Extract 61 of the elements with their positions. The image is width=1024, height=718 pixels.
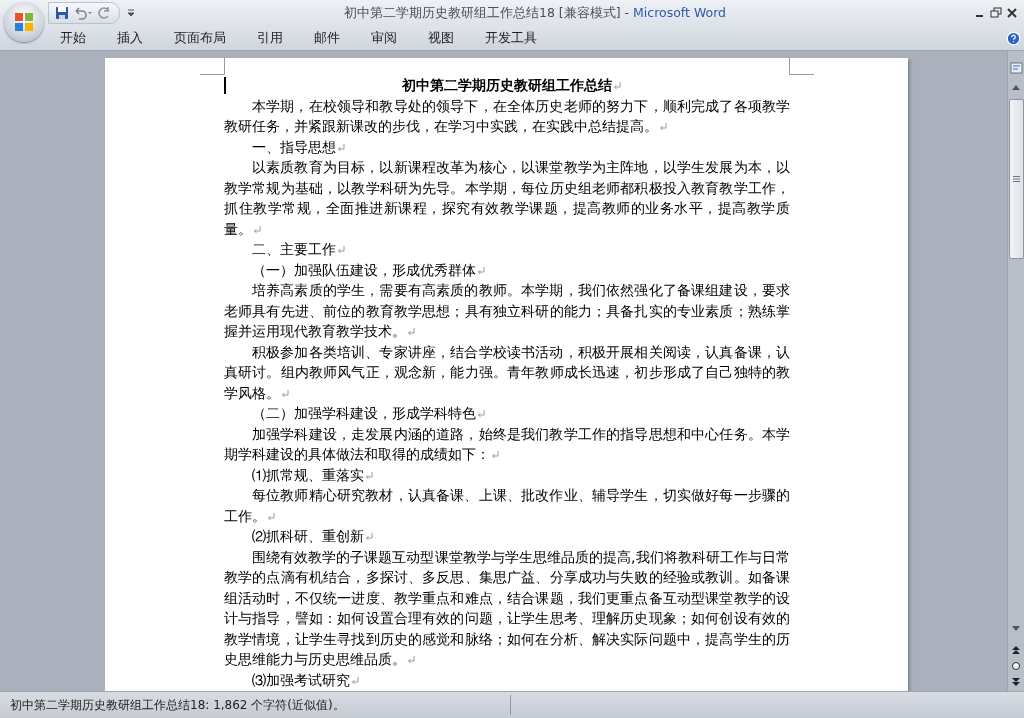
previous-page-icon[interactable] (1011, 645, 1021, 655)
paragraph-mark-icon (253, 225, 261, 234)
paragraph: 本学期，在校领导和教导处的领导下，在全体历史老师的努力下，顺利完成了各项教学教研任务，并紧跟新课改的步伐，在学习中实践，在实践中总结提高。 (224, 96, 790, 136)
help-icon[interactable] (1006, 30, 1021, 46)
vertical-scrollbar[interactable] (1007, 51, 1024, 691)
paragraph: ⑴抓常规、重落实 (224, 464, 790, 485)
office-button[interactable] (4, 2, 44, 42)
paragraph-mark-icon (365, 471, 373, 480)
paragraph: 积极参加各类培训、专家讲座，结合学校读书活动，积极开展相关阅读，认真备课，认真研讨。组内教师风气正，观念新，能力强。青年教师成长迅速，初步形成了自己独特的教学风格。 (224, 342, 790, 403)
paragraph: ⑶加强考试研究 (224, 669, 790, 690)
ribbon-tab[interactable]: 邮件 (302, 27, 352, 49)
save-icon[interactable] (55, 6, 69, 20)
paragraph-mark-icon (613, 82, 621, 90)
redo-icon[interactable] (97, 6, 111, 20)
ribbon-tab[interactable]: 审阅 (359, 27, 409, 49)
paragraph: 围绕有效教学的子课题互动型课堂教学与学生思维品质的提高,我们将教科研工作与日常教学的点滴有机结合，多探讨、多反思、集思广益、分享成功与失败的经验或教训。如备课组活动时，不仅统一进度、教学重点和难点，结合课题，我们更重点备互动型课堂教学的设计与指导，譬如：如何设置合理有效的问题，让学生思考、理解历史现象；如何创设有效的教学情境，让学生寻找到历史的感觉和脉络；如何在分析、解决实际问题中，提高学生的历史思维能力与历史思维品质。 (224, 547, 790, 669)
paragraph: 每位教师精心研究教材，认真备课、上课、批改作业、辅导学生，切实做好每一步骤的工作。 (224, 486, 790, 526)
window-title: 初中第二学期历史教研组工作总结18 [兼容模式] - Microsoft Word (342, 4, 728, 22)
ribbon-tab[interactable]: 视图 (416, 27, 466, 49)
paragraph-mark-icon (407, 328, 415, 336)
ruler-toggle-icon[interactable] (1009, 61, 1023, 75)
paragraph-mark-icon (267, 512, 275, 521)
office-logo-icon (13, 11, 35, 33)
ribbon-tab[interactable]: 插入 (105, 27, 155, 49)
customize-dropdown-icon[interactable] (126, 8, 136, 18)
paragraph-mark-icon (477, 266, 485, 275)
corner-mark (200, 58, 225, 75)
restore-icon[interactable] (990, 7, 1002, 19)
paragraph: 以素质教育为目标，以新课程改革为核心，以课堂教学为主阵地，以学生发展为本，以教学常规为基础，以教学科研为先导。本学期，每位历史组老师都积极投入教育教学工作，抓住教学常规，全面推进新课程，探究有效教学课题，提高教师的业务水平，提高教学质量。 (224, 158, 790, 239)
ribbon-tab[interactable]: 引用 (245, 27, 295, 49)
paragraph: 培养高素质的学生，需要有高素质的教师。本学期，我们依然强化了备课组建设，要求老师具有先进、前位的教育教学思想；具有独立科研的能力；具备扎实的专业素质；熟练掌握并运用现代教育教学技术。 (224, 281, 790, 341)
close-icon[interactable] (1006, 7, 1018, 19)
word-count-text: 初中第二学期历史教研组工作总结18: 1,862 个字符(近似值)。 (0, 695, 511, 715)
paragraph: （二）加强学科建设，形成学科特色 (224, 403, 790, 424)
undo-icon[interactable] (73, 6, 93, 20)
browse-object-icon[interactable] (1011, 661, 1021, 671)
paragraph-mark-icon (491, 451, 499, 459)
scroll-down-icon[interactable] (1011, 625, 1021, 633)
paragraph-mark-icon (477, 410, 485, 418)
paragraph-mark-icon (281, 389, 289, 398)
ribbon-tab[interactable]: 页面布局 (162, 27, 238, 49)
paragraph-mark-icon (407, 656, 415, 664)
ribbon-tab[interactable]: 开发工具 (473, 27, 549, 49)
corner-mark (789, 58, 814, 75)
paragraph: （一）加强队伍建设，形成优秀群体 (224, 259, 790, 280)
paragraph: 一、指导思想 (224, 136, 790, 157)
paragraph-mark-icon (351, 676, 359, 685)
text-cursor (224, 77, 226, 94)
next-page-icon[interactable] (1011, 677, 1021, 687)
scroll-up-icon[interactable] (1011, 83, 1021, 91)
paragraph: ⑵抓科研、重创新 (224, 526, 790, 547)
scroll-thumb[interactable] (1008, 99, 1024, 259)
paragraph: 二、主要工作 (224, 239, 790, 260)
grip-icon (1012, 176, 1020, 182)
document-title: 初中第二学期历史教研组工作总结 (224, 75, 790, 96)
paragraph-mark-icon (337, 246, 345, 254)
paragraph-mark-icon (337, 143, 345, 152)
paragraph-mark-icon (365, 533, 373, 541)
ribbon-tab[interactable]: 开始 (48, 27, 98, 49)
paragraph-mark-icon (659, 123, 667, 131)
paragraph: 加强学科建设，走发展内涵的道路，始终是我们教学工作的指导思想和中心任务。本学期学科建设的具体做法和取得的成绩如下： (224, 424, 790, 464)
